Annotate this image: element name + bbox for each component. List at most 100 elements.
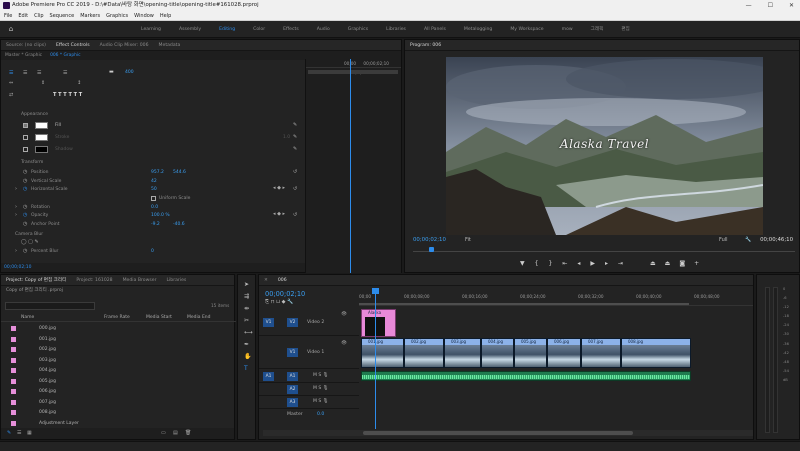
new-bin-icon[interactable]: ▭ — [161, 430, 166, 436]
track-a3-label[interactable]: A3 — [287, 398, 298, 407]
shadow-color-swatch[interactable] — [35, 146, 48, 153]
track-a2-label[interactable]: A2 — [287, 385, 298, 394]
position-y-value[interactable]: 544.6 — [173, 169, 186, 176]
stroke-value[interactable]: 1.0 — [283, 134, 290, 141]
align-center-icon[interactable]: ☰ — [23, 70, 27, 76]
keyframe-nav-icon[interactable]: ◂ ◆ ▸ — [273, 185, 285, 191]
reset-icon[interactable]: ↺ — [293, 186, 297, 192]
mini-playhead[interactable] — [350, 59, 351, 273]
transform-label[interactable]: Transform — [21, 159, 43, 166]
tab-metadata[interactable]: Metadata — [159, 43, 181, 48]
workspace-assembly[interactable]: Assembly — [170, 27, 210, 32]
play-icon[interactable]: ▶ — [590, 260, 595, 267]
program-scrubber[interactable] — [413, 247, 795, 252]
program-playhead[interactable] — [429, 247, 434, 252]
razor-tool-icon[interactable]: ✂ — [244, 317, 249, 324]
button-editor-icon[interactable]: + — [694, 260, 699, 267]
project-file-row[interactable]: 000.jpg — [1, 324, 231, 333]
menu-clip[interactable]: Clip — [34, 11, 43, 20]
menu-markers[interactable]: Markers — [80, 11, 100, 20]
timeline-scrollbar[interactable] — [263, 430, 753, 436]
anchor-y-value[interactable]: -40.6 — [173, 221, 185, 228]
timeline-scroll-thumb[interactable] — [363, 431, 633, 435]
camera-blur-label[interactable]: Camera Blur — [15, 231, 43, 238]
eye-icon[interactable]: 👁 — [341, 312, 347, 317]
close-sequence-icon[interactable]: ✕ — [264, 278, 268, 283]
video-clip[interactable]: 007.jpg — [581, 338, 621, 368]
tab-project-161028[interactable]: Project: 161028 — [76, 278, 112, 283]
master-value[interactable]: 0.0 — [317, 412, 324, 417]
rotation-value[interactable]: 0.0 — [151, 204, 158, 211]
project-file-row[interactable]: Adjustment Layer — [1, 419, 231, 428]
program-timecode[interactable]: 00;00;02;10 — [413, 235, 446, 245]
pen-tool-icon[interactable]: ✒ — [244, 341, 249, 348]
workspace-all-panels[interactable]: All Panels — [415, 27, 455, 32]
source-a1-patch[interactable]: A1 — [263, 372, 274, 381]
workspace-graphic-kr[interactable]: 그래픽 — [582, 26, 613, 32]
keyframe-nav-icon[interactable]: ◂ ◆ ▸ — [273, 211, 285, 217]
shadow-checkbox[interactable] — [23, 147, 28, 152]
hand-tool-icon[interactable]: ✋ — [244, 353, 251, 360]
minimize-button[interactable]: — — [746, 0, 752, 11]
col-frame-rate[interactable]: Frame Rate — [104, 313, 130, 322]
stroke-checkbox[interactable] — [23, 135, 28, 140]
col-media-start[interactable]: Media Start — [146, 313, 172, 322]
project-file-row[interactable]: 003.jpg — [1, 356, 231, 365]
timeline-playhead[interactable] — [375, 288, 376, 429]
stopwatch-icon[interactable]: ◷ — [23, 169, 27, 175]
step-back-icon[interactable]: ◂ — [577, 260, 580, 267]
project-file-row[interactable]: 002.jpg — [1, 345, 231, 354]
timeline-ruler[interactable]: 00;00 00;00;08;00 00;00;16;00 00;00;24;0… — [359, 288, 753, 306]
video-clip[interactable]: 008.jpg — [621, 338, 691, 368]
audio-clip-a1[interactable] — [361, 371, 691, 381]
project-file-row[interactable]: 004.jpg — [1, 366, 231, 375]
project-file-row[interactable]: 008.jpg — [1, 408, 231, 417]
tab-program[interactable]: Program: 006 — [410, 43, 441, 48]
type-tool-icon[interactable]: T — [244, 365, 248, 372]
tab-source[interactable]: Source: (no clips) — [6, 43, 46, 48]
horizontal-scale-value[interactable]: 50 — [151, 186, 157, 193]
video-clip[interactable]: 002.jpg — [404, 338, 444, 368]
quality-select[interactable]: Full — [719, 235, 728, 245]
menu-graphics[interactable]: Graphics — [106, 11, 128, 20]
workspace-graphics[interactable]: Graphics — [339, 27, 377, 32]
video-clip[interactable]: 005.jpg — [514, 338, 547, 368]
video-clip[interactable]: 001.jpg — [361, 338, 404, 368]
timeline-options-icons[interactable]: ⎘ ⊓ ⊔ ◆ 🔧 — [265, 299, 293, 305]
work-area-bar[interactable] — [359, 303, 689, 305]
graphic-clip-bar[interactable] — [308, 70, 398, 74]
justify-icon[interactable]: ☰ — [63, 70, 67, 76]
opacity-value[interactable]: 100.0 % — [151, 212, 170, 219]
reset-icon[interactable]: ↺ — [293, 169, 297, 175]
mute-solo-icons[interactable]: M S 🎙 — [313, 386, 329, 391]
write-lock-icon[interactable]: ✎ — [7, 430, 11, 436]
maximize-button[interactable]: ☐ — [768, 0, 773, 11]
workspace-audio[interactable]: Audio — [308, 27, 339, 32]
timeline-timecode[interactable]: 00;00;02;10 — [265, 290, 305, 298]
position-x-value[interactable]: 957.2 — [151, 169, 164, 176]
video-clip[interactable]: 006.jpg — [547, 338, 581, 368]
workspace-metalogging[interactable]: Metalogging — [455, 27, 501, 32]
workspace-learning[interactable]: Learning — [132, 27, 170, 32]
expand-chevron-icon[interactable]: › — [15, 204, 17, 210]
anchor-x-value[interactable]: -9.2 — [151, 221, 160, 228]
align-right-icon[interactable]: ☰ — [37, 70, 41, 76]
col-media-end[interactable]: Media End — [187, 313, 211, 322]
track-select-tool-icon[interactable]: ⇶ — [244, 293, 249, 300]
video-clip[interactable]: 004.jpg — [481, 338, 514, 368]
workspace-editing[interactable]: Editing — [210, 27, 244, 32]
uniform-scale-checkbox[interactable] — [151, 196, 156, 201]
ripple-edit-tool-icon[interactable]: ⇹ — [244, 305, 249, 312]
mark-in-icon[interactable]: { — [535, 260, 539, 267]
mute-solo-icons[interactable]: M S 🎙 — [313, 373, 329, 378]
workspace-mow[interactable]: mow — [553, 27, 582, 32]
tab-libraries[interactable]: Libraries — [166, 278, 186, 283]
home-icon[interactable]: ⌂ — [0, 25, 22, 33]
expand-chevron-icon[interactable]: › — [15, 212, 17, 218]
tab-project-copy[interactable]: Project: Copy of 편집 크리티 — [6, 277, 66, 283]
clear-icon[interactable]: 🗑 — [185, 430, 191, 436]
zoom-fit-select[interactable]: Fit — [465, 235, 471, 245]
new-item-icon[interactable]: ▤ — [173, 430, 178, 436]
step-forward-icon[interactable]: ▸ — [605, 260, 608, 267]
menu-help[interactable]: Help — [160, 11, 171, 20]
